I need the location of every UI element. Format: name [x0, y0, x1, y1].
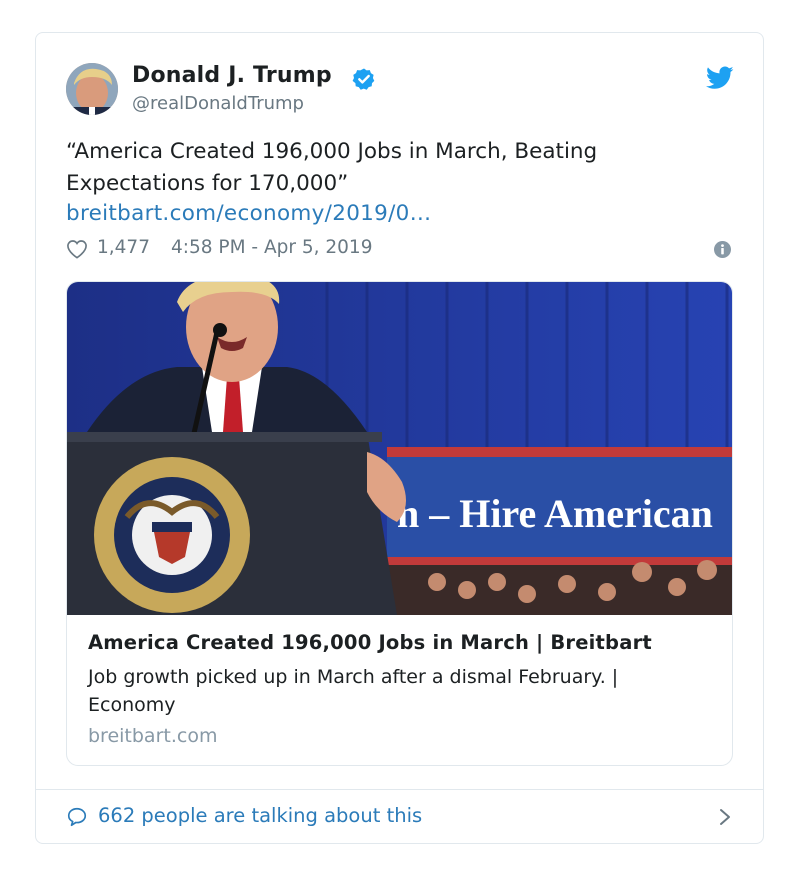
avatar[interactable]: [66, 63, 118, 115]
divider: [36, 789, 763, 790]
twitter-bird-icon[interactable]: [706, 66, 734, 90]
tweet-embed: Donald J. Trump @realDonaldTrump “Americ…: [35, 32, 764, 844]
speech-bubble-icon: [67, 807, 87, 827]
tweet-link[interactable]: breitbart.com/economy/2019/0…: [66, 201, 431, 226]
verified-badge-icon: [352, 68, 375, 90]
tweet-text: “America Created 196,000 Jobs in March, …: [66, 139, 598, 196]
chevron-right-icon[interactable]: [719, 808, 731, 826]
card-image[interactable]: n – Hire American: [67, 282, 733, 615]
card-domain: breitbart.com: [88, 725, 218, 747]
banner-text: n – Hire American: [397, 491, 713, 536]
card-description: Job growth picked up in March after a di…: [88, 666, 619, 716]
conversation-link[interactable]: 662 people are talking about this: [66, 801, 731, 831]
author-name[interactable]: Donald J. Trump: [132, 63, 332, 88]
conversation-label[interactable]: 662 people are talking about this: [98, 804, 422, 827]
heart-icon[interactable]: [66, 239, 88, 259]
like-count[interactable]: 1,477: [97, 237, 150, 258]
link-card[interactable]: n – Hire American America Created 196,00…: [66, 281, 733, 766]
card-title[interactable]: America Created 196,000 Jobs in March | …: [88, 631, 652, 654]
timestamp[interactable]: 4:58 PM - Apr 5, 2019: [171, 237, 372, 258]
tweet-meta: 1,477 4:58 PM - Apr 5, 2019: [66, 236, 731, 262]
info-icon[interactable]: [714, 241, 731, 258]
author-handle[interactable]: @realDonaldTrump: [132, 93, 304, 114]
